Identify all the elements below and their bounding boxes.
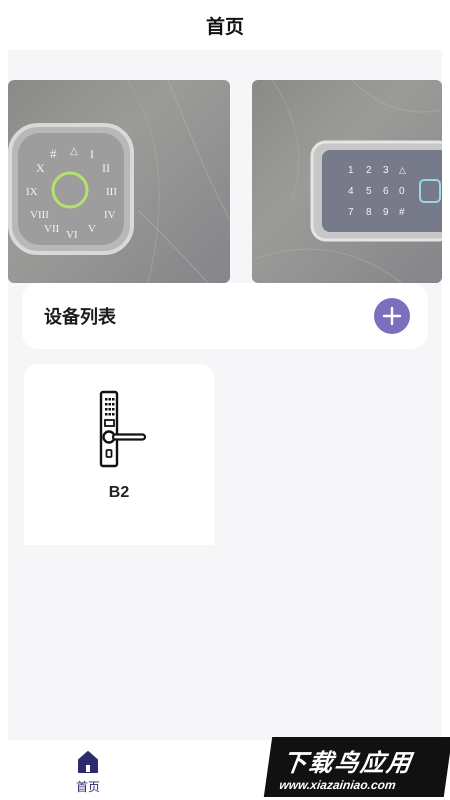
device-name: B2 xyxy=(108,484,130,501)
svg-text:△: △ xyxy=(399,165,406,175)
svg-text:VIII: VIII xyxy=(30,209,49,221)
home-icon xyxy=(78,751,98,773)
svg-text:△: △ xyxy=(70,146,78,157)
svg-text:#: # xyxy=(399,207,405,218)
svg-text:X: X xyxy=(36,161,45,175)
svg-text:2: 2 xyxy=(366,165,372,176)
watermark-text: 下载鸟应用 xyxy=(280,749,415,777)
svg-text:III: III xyxy=(106,186,117,198)
door-lock-icon xyxy=(99,390,147,468)
app-header: 首页 xyxy=(0,0,450,50)
svg-text:II: II xyxy=(102,161,110,175)
svg-text:0: 0 xyxy=(399,186,405,197)
svg-text:6: 6 xyxy=(383,186,389,197)
svg-text:VII: VII xyxy=(44,223,60,235)
tab-home-label: 首页 xyxy=(75,780,100,794)
svg-text:9: 9 xyxy=(383,207,389,218)
svg-text:#: # xyxy=(50,146,57,161)
round-lock-illustration: # △ I X II IX III VIII IV VII VI V xyxy=(8,80,230,283)
svg-text:4: 4 xyxy=(348,186,354,197)
svg-text:1: 1 xyxy=(348,165,354,176)
tab-home[interactable]: 首页 xyxy=(64,750,112,795)
banner-rect-lock[interactable]: 1 2 3 △ 4 5 6 0 7 8 9 # xyxy=(252,80,442,283)
device-list-title: 设备列表 xyxy=(44,307,116,327)
svg-text:IX: IX xyxy=(26,186,38,198)
plus-icon xyxy=(382,306,402,326)
svg-text:8: 8 xyxy=(366,207,372,218)
rect-lock-illustration: 1 2 3 △ 4 5 6 0 7 8 9 # xyxy=(252,80,442,283)
device-card[interactable]: B2 xyxy=(24,364,214,545)
svg-text:IV: IV xyxy=(104,209,116,221)
svg-text:VI: VI xyxy=(66,229,78,241)
svg-text:7: 7 xyxy=(348,207,354,218)
watermark-logo: 下载鸟应用 www.xiazainiao.com xyxy=(263,737,450,797)
svg-text:5: 5 xyxy=(366,186,372,197)
svg-text:3: 3 xyxy=(383,165,389,176)
svg-text:I: I xyxy=(90,147,94,161)
svg-text:V: V xyxy=(88,223,96,235)
banner-round-lock[interactable]: # △ I X II IX III VIII IV VII VI V xyxy=(8,80,230,283)
add-device-button[interactable] xyxy=(374,298,410,334)
watermark-url: www.xiazainiao.com xyxy=(278,777,397,792)
device-list-header: 设备列表 xyxy=(22,283,428,349)
page-title: 首页 xyxy=(205,16,244,38)
